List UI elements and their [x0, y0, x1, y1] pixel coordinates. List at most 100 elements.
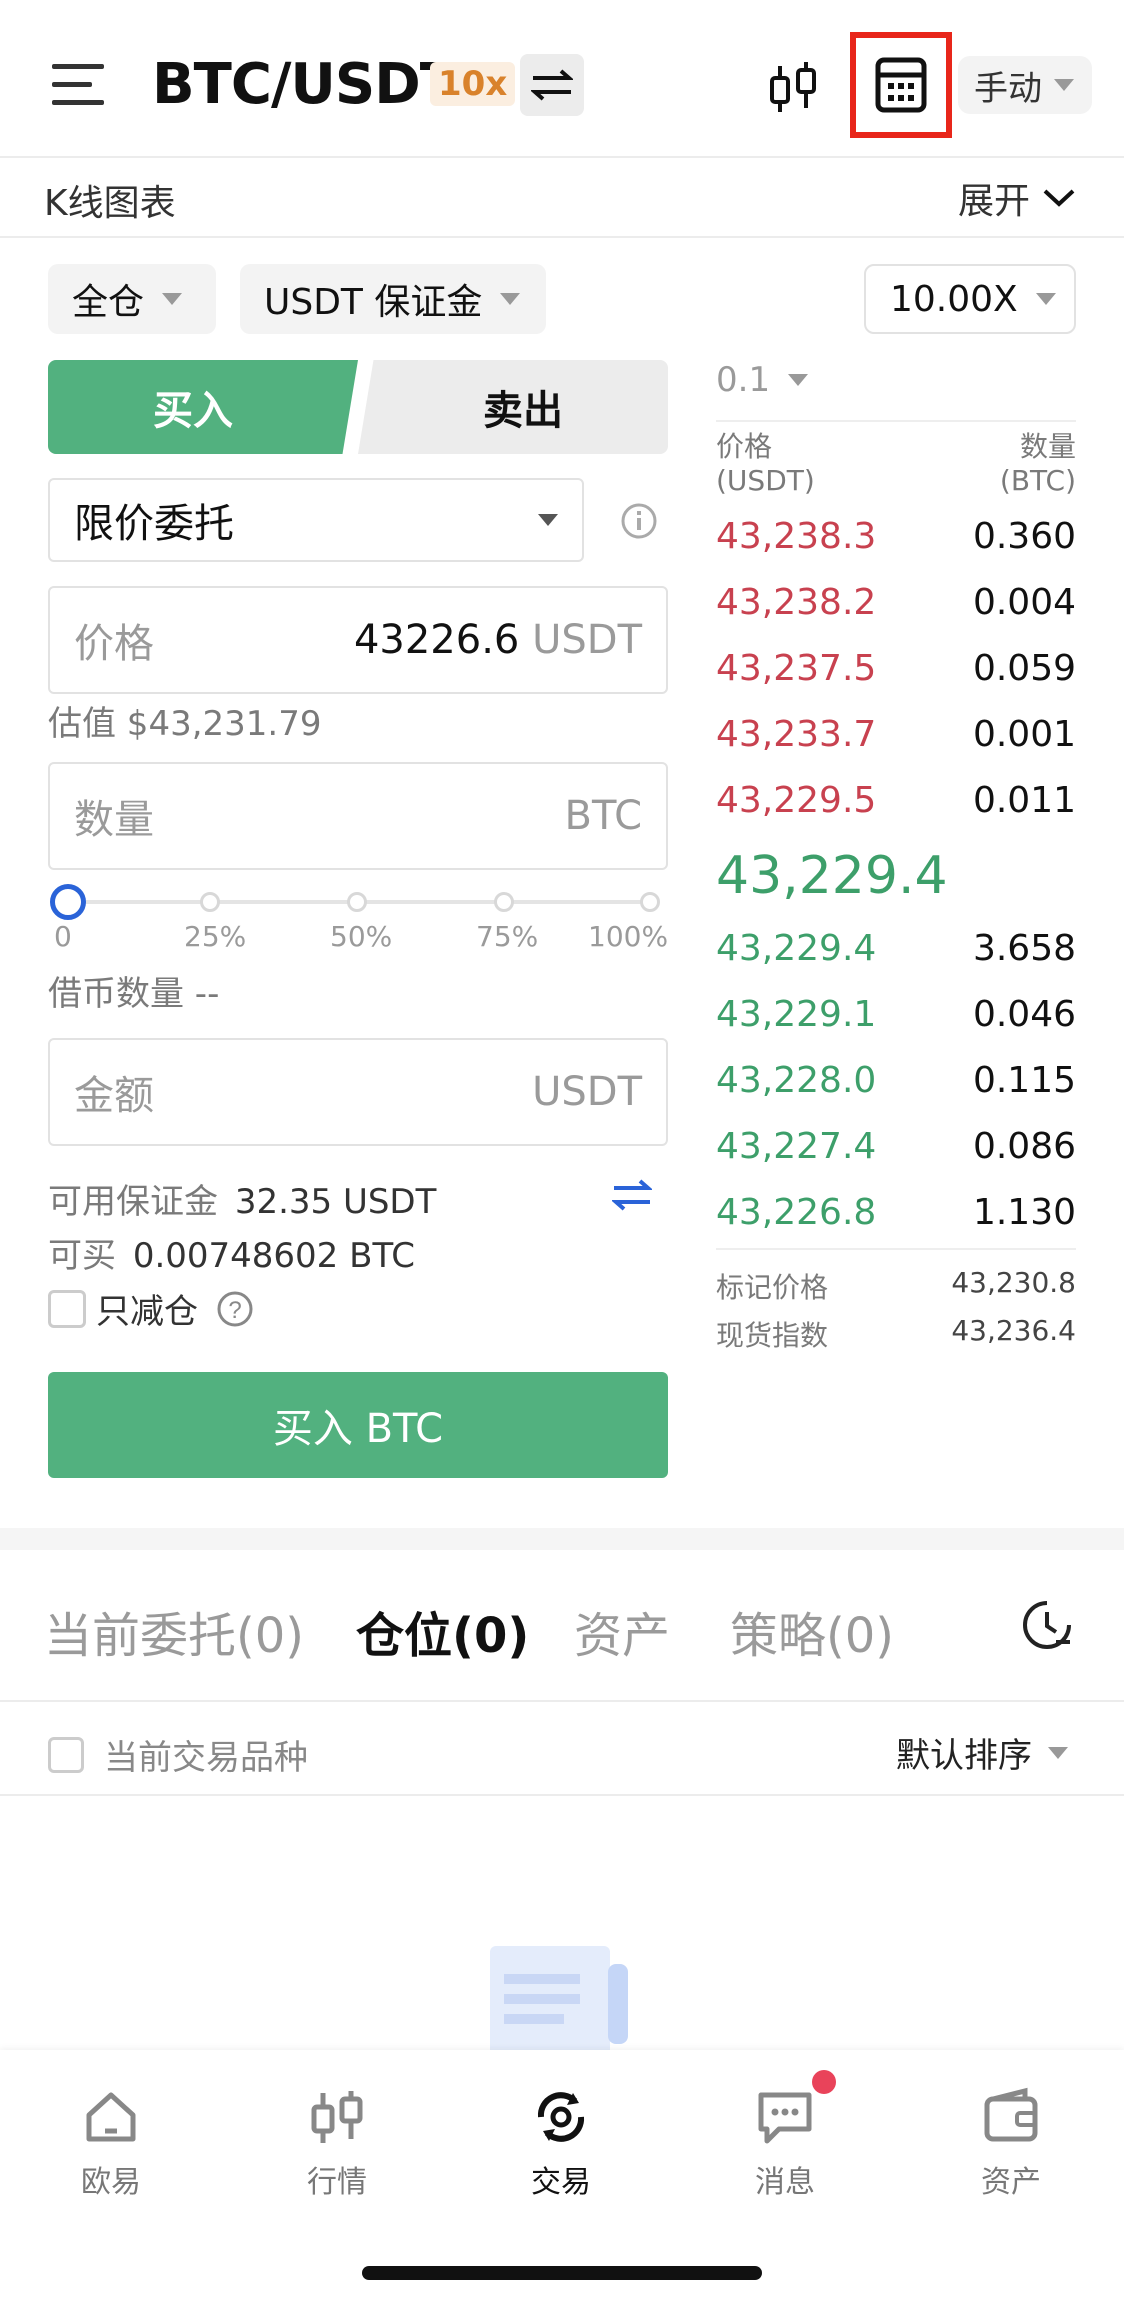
nav-trade[interactable]: 交易 [486, 2085, 636, 2201]
leverage-badge: 10x [430, 62, 516, 106]
buy-btc-button[interactable]: 买入 BTC [48, 1372, 668, 1478]
info-icon[interactable] [620, 502, 658, 540]
buy-tab[interactable]: 买入 [48, 360, 358, 454]
precision-dropdown[interactable]: 0.1 [716, 360, 809, 400]
ask-qty: 0.059 [972, 648, 1076, 689]
tab-open-orders[interactable]: 当前委托(0) [44, 1596, 304, 1666]
tab-assets[interactable]: 资产 [574, 1596, 670, 1666]
leverage-dropdown[interactable]: 10.00X [864, 264, 1076, 334]
chevron-down-icon [538, 514, 558, 526]
sort-label: 默认排序 [896, 1736, 1032, 1776]
chevron-down-icon [1035, 293, 1056, 305]
margin-mode-dropdown[interactable]: 全仓 [48, 264, 216, 334]
bid-price: 43,226.8 [716, 1192, 877, 1233]
can-buy: 可买 0.00748602 BTC [48, 1228, 415, 1277]
slider-stop-50[interactable] [347, 892, 367, 912]
borrow-amount: 借币数量 -- [48, 974, 220, 1014]
order-type-dropdown[interactable]: 限价委托 [48, 478, 584, 562]
qty-header: 数量 [1019, 430, 1076, 463]
chevron-down-icon [162, 293, 183, 305]
kline-label[interactable]: K线图表 [44, 174, 176, 226]
nav-market-label: 行情 [307, 2165, 367, 2200]
amount-field[interactable]: 金额 USDT [48, 1038, 668, 1146]
swap-pair-icon[interactable] [520, 54, 584, 116]
help-icon[interactable]: ? [216, 1290, 254, 1328]
home-icon [86, 2092, 136, 2142]
mark-price-row: 标记价格 43,230.8 [716, 1266, 1076, 1306]
available-label: 可用保证金 [48, 1182, 218, 1222]
tab-strategy[interactable]: 策略(0) [730, 1596, 894, 1666]
price-label: 价格 [74, 621, 154, 667]
bid-qty: 0.115 [972, 1060, 1076, 1101]
quantity-label: 数量 [74, 797, 154, 843]
ask-row[interactable]: 43,233.7 0.001 [716, 714, 1076, 755]
orderbook-price-header: 价格 (USDT) [716, 430, 815, 498]
amount-unit: USDT [532, 1069, 642, 1115]
slider-handle[interactable] [50, 884, 86, 920]
calculator-icon[interactable] [850, 32, 952, 138]
candlestick-icon[interactable] [766, 58, 822, 118]
bid-row[interactable]: 43,227.4 0.086 [716, 1126, 1076, 1167]
can-buy-label: 可买 [48, 1236, 116, 1276]
nav-assets-label: 资产 [981, 2165, 1041, 2200]
ask-row[interactable]: 43,238.2 0.004 [716, 582, 1076, 623]
ask-price: 43,238.3 [716, 516, 877, 557]
sell-tab[interactable]: 卖出 [358, 360, 668, 454]
spot-index-value: 43,236.4 [951, 1314, 1076, 1347]
ask-row[interactable]: 43,229.5 0.011 [716, 780, 1076, 821]
price-field[interactable]: 价格 43226.6 USDT [48, 586, 668, 694]
slider-stop-25[interactable] [200, 892, 220, 912]
nav-trade-label: 交易 [531, 2165, 591, 2200]
nav-assets[interactable]: 资产 [936, 2085, 1086, 2201]
precision-value: 0.1 [716, 360, 771, 400]
bid-row[interactable]: 43,229.4 3.658 [716, 928, 1076, 969]
quantity-field[interactable]: 数量 BTC [48, 762, 668, 870]
order-type-label: 限价委托 [74, 501, 234, 547]
history-clock-icon[interactable] [1020, 1598, 1074, 1652]
nav-okx[interactable]: 欧易 [36, 2085, 186, 2201]
reduce-only-label: 只减仓 [96, 1292, 198, 1332]
last-price[interactable]: 43,229.4 [716, 846, 948, 906]
slider-stop-100[interactable] [640, 892, 660, 912]
svg-text:?: ? [228, 1297, 241, 1324]
spot-index-label: 现货指数 [716, 1319, 829, 1352]
ask-row[interactable]: 43,238.3 0.360 [716, 516, 1076, 557]
tab-positions[interactable]: 仓位(0) [356, 1596, 529, 1666]
ask-price: 43,237.5 [716, 648, 877, 689]
notification-dot [812, 2070, 836, 2094]
sort-dropdown[interactable]: 默认排序 [896, 1728, 1068, 1777]
bid-row[interactable]: 43,229.1 0.046 [716, 994, 1076, 1035]
bid-price: 43,229.4 [716, 928, 877, 969]
price-unit: USDT [532, 617, 642, 663]
margin-asset-dropdown[interactable]: USDT 保证金 [240, 264, 546, 334]
slider-stop-75[interactable] [494, 892, 514, 912]
mode-label: 手动 [974, 68, 1042, 109]
current-symbol-filter[interactable]: 当前交易品种 [48, 1730, 308, 1779]
chevron-down-icon [500, 293, 521, 305]
reduce-only-checkbox[interactable]: 只减仓 ? [48, 1284, 254, 1333]
price-value-group: 43226.6 USDT [354, 617, 642, 663]
chevron-down-icon [788, 374, 809, 386]
menu-icon[interactable] [52, 62, 104, 106]
bid-price: 43,228.0 [716, 1060, 877, 1101]
pair-title[interactable]: BTC/USDT [152, 52, 458, 117]
expand-toggle[interactable]: 展开 [958, 172, 1076, 224]
quantity-slider[interactable] [50, 884, 666, 920]
nav-messages[interactable]: 消息 [710, 2085, 860, 2201]
slider-mark-0: 0 [54, 920, 72, 953]
bid-row[interactable]: 43,226.8 1.130 [716, 1192, 1076, 1233]
nav-okx-label: 欧易 [81, 2165, 141, 2200]
nav-market[interactable]: 行情 [262, 2085, 412, 2201]
chevron-down-icon [1048, 1746, 1068, 1759]
ask-price: 43,238.2 [716, 582, 877, 623]
wallet-icon [984, 2087, 1038, 2142]
nav-messages-label: 消息 [755, 2165, 815, 2200]
transfer-icon[interactable] [610, 1178, 654, 1212]
bid-row[interactable]: 43,228.0 0.115 [716, 1060, 1076, 1101]
home-indicator [362, 2266, 762, 2280]
ask-qty: 0.004 [972, 582, 1076, 623]
mode-dropdown[interactable]: 手动 [958, 56, 1092, 114]
filter-checkbox [48, 1736, 84, 1773]
ask-row[interactable]: 43,237.5 0.059 [716, 648, 1076, 689]
buy-btc-label: 买入 BTC [272, 1406, 444, 1452]
